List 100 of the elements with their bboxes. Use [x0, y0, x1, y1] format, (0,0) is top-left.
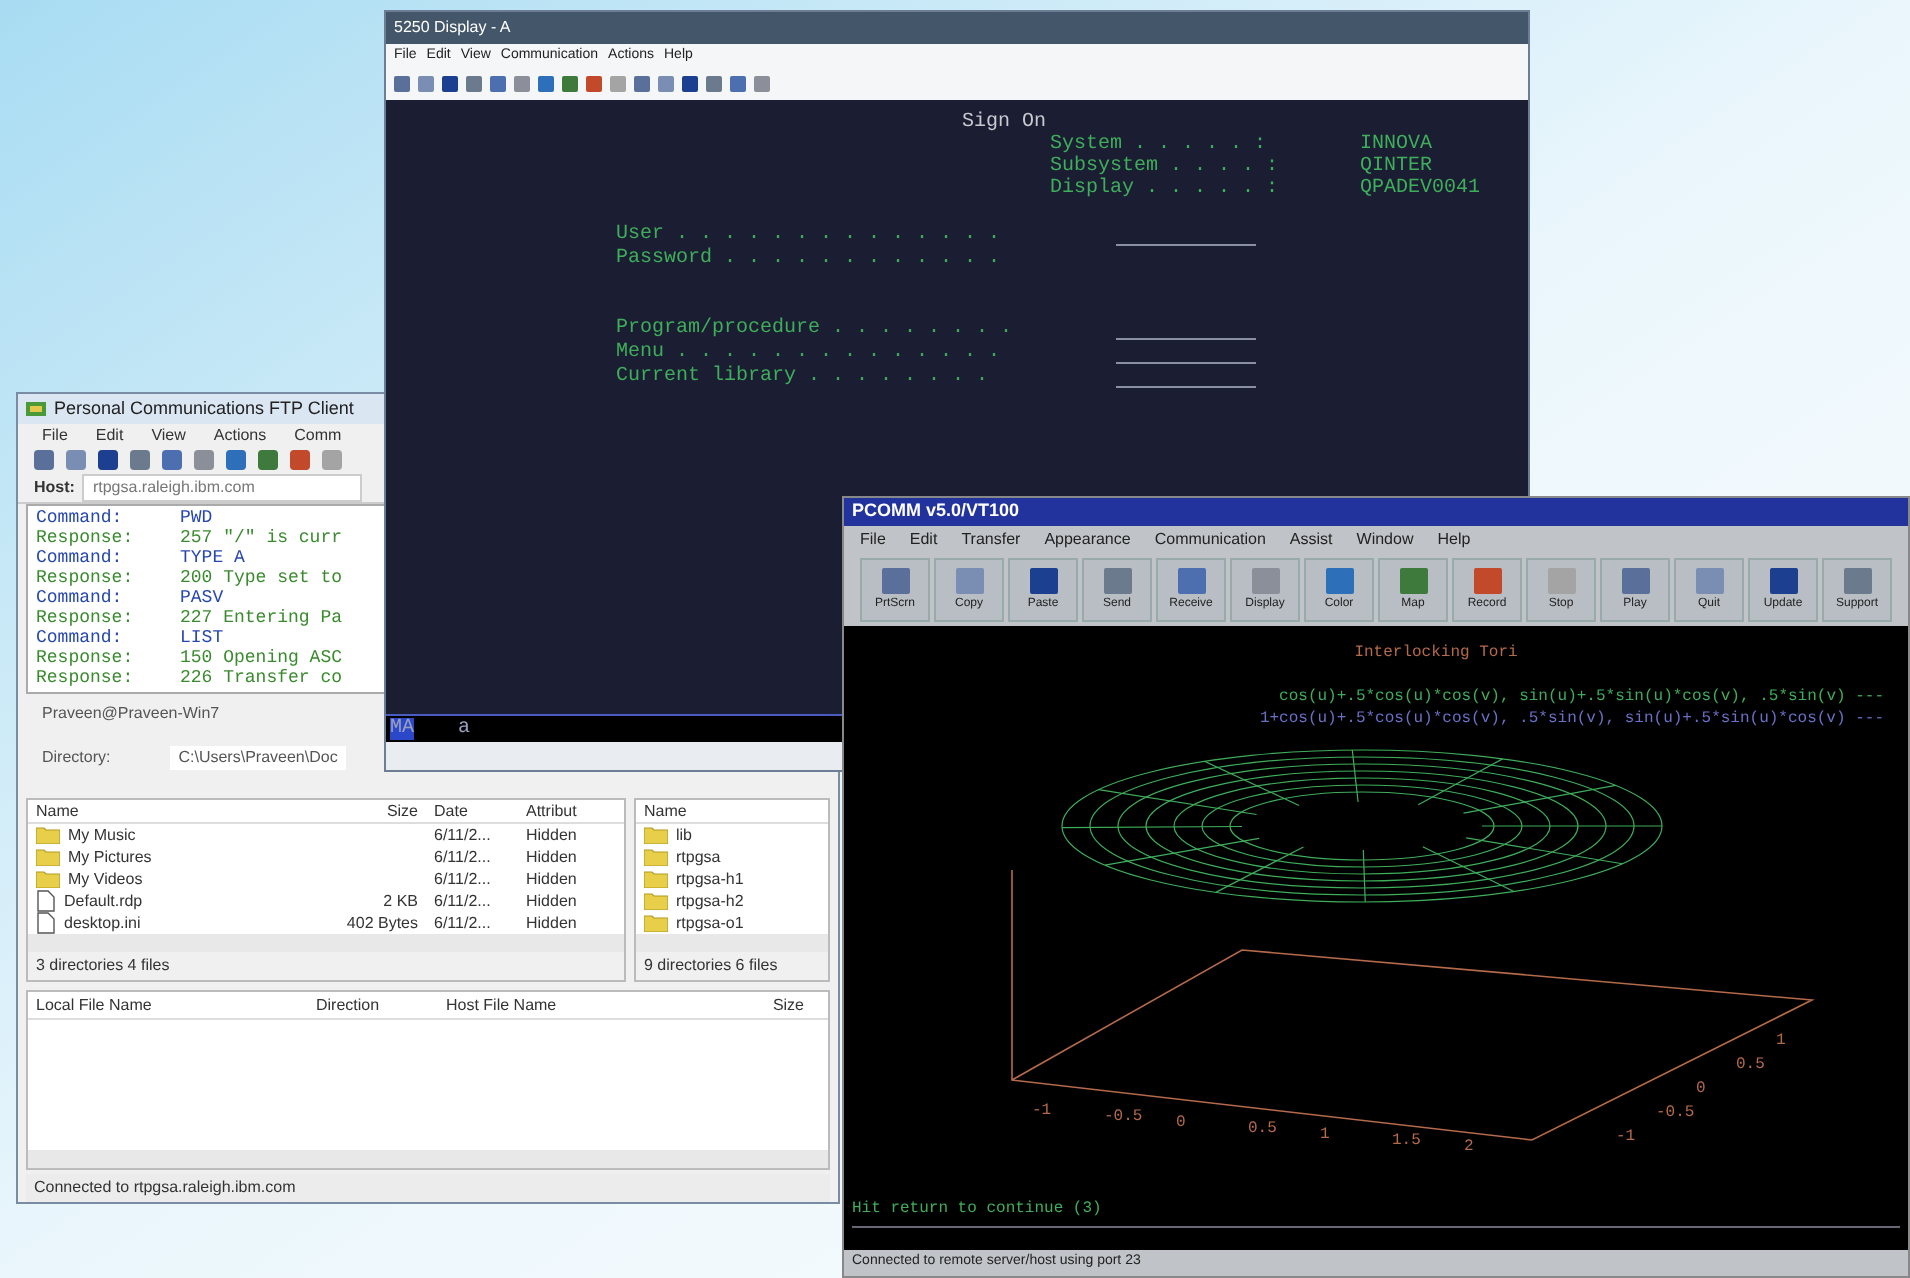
file-attribute: Hidden [526, 889, 579, 913]
column-header[interactable]: Name [644, 799, 687, 823]
menu-item[interactable]: File [860, 528, 886, 552]
tick-label: -1 [1616, 1128, 1636, 1146]
log-text: 257 "/" is curr [180, 527, 343, 548]
tick-label: 1 [1776, 1032, 1786, 1050]
host-field[interactable]: rtpgsa.raleigh.ibm.com [82, 473, 363, 502]
file-name[interactable]: rtpgsa-h2 [676, 889, 744, 913]
tool-icon[interactable] [34, 450, 54, 471]
menu-item[interactable]: Edit [909, 528, 938, 552]
menu-item[interactable]: Comm [294, 423, 342, 448]
column-header[interactable]: Name [36, 799, 336, 823]
tick-label: 0 [1176, 1114, 1186, 1132]
app-icon [26, 399, 46, 418]
directory-label: Directory: [42, 746, 111, 770]
file-name[interactable]: rtpgsa-o1 [676, 911, 744, 935]
info-label: Subsystem . . . . : [1050, 156, 1281, 178]
tool-icon[interactable] [226, 450, 246, 471]
menu-item[interactable]: Appearance [1044, 528, 1131, 552]
menu-item[interactable]: File [42, 423, 68, 448]
tool-icon[interactable] [258, 450, 278, 471]
menu-item[interactable]: Assist [1289, 528, 1333, 552]
file-date: 6/11/2... [432, 867, 493, 891]
tool-icon[interactable] [290, 450, 310, 471]
file-name[interactable]: My Pictures [68, 845, 152, 869]
menu-item[interactable]: Help [1437, 528, 1471, 552]
tool-icon [1621, 567, 1649, 593]
log-label: Command: [36, 507, 125, 528]
tool-icon[interactable] [98, 450, 118, 471]
document-icon [36, 890, 56, 912]
file-name[interactable]: desktop.ini [64, 911, 141, 935]
folder-icon [644, 870, 668, 888]
folder-icon [36, 826, 60, 844]
log-text: 150 Opening ASC [180, 647, 343, 668]
tick-label: 0.5 [1248, 1120, 1277, 1138]
column-header[interactable]: Attribut [526, 799, 606, 823]
field-label: Menu . . . . . . . . . . . . . . [616, 342, 1003, 364]
directory-field[interactable]: C:\Users\Praveen\Doc [170, 746, 346, 770]
column-header[interactable]: Direction [316, 993, 446, 1017]
tool-icon [1843, 567, 1871, 593]
folder-icon [644, 892, 668, 910]
status-text: Connected to rtpgsa.raleigh.ibm.com [34, 1176, 296, 1200]
menu-item[interactable]: View [151, 423, 186, 448]
column-header[interactable]: Size [686, 993, 820, 1017]
column-header[interactable]: Date [426, 799, 526, 823]
file-attribute: Hidden [526, 823, 579, 847]
log-text: TYPE A [180, 547, 245, 568]
horizontal-scrollbar[interactable] [636, 934, 828, 952]
screen-title: Sign On [961, 112, 1046, 134]
tool-icon [1769, 567, 1797, 593]
log-text: LIST [180, 627, 224, 648]
menu-item[interactable]: Communication [1154, 528, 1266, 552]
tool-icon [1695, 567, 1723, 593]
log-label: Response: [36, 527, 136, 548]
field-label: Program/procedure . . . . . . . . [616, 318, 1015, 340]
file-name[interactable]: lib [676, 823, 693, 847]
column-header[interactable]: Host File Name [446, 993, 686, 1017]
window-title: PCOMM v5.0/VT100 [852, 498, 1020, 525]
menu-item[interactable]: Edit [95, 423, 124, 448]
menu-item[interactable]: Window [1356, 528, 1414, 552]
info-label: Display . . . . . : [1050, 178, 1281, 200]
log-label: Response: [36, 667, 136, 688]
file-date: 6/11/2... [432, 889, 493, 913]
file-name[interactable]: rtpgsa [676, 845, 721, 869]
info-value: INNOVA [1360, 134, 1433, 156]
tick-label: 2 [1464, 1138, 1474, 1156]
user-label: Praveen@Praveen-Win7 [42, 702, 220, 726]
menu-item[interactable]: Transfer [961, 528, 1021, 552]
menu-item[interactable]: Actions [213, 423, 267, 448]
horizontal-scrollbar[interactable] [28, 934, 624, 952]
file-name[interactable]: My Music [68, 823, 136, 847]
tool-icon[interactable] [162, 450, 182, 471]
file-name[interactable]: rtpgsa-h1 [676, 867, 744, 891]
log-label: Command: [36, 627, 125, 648]
column-header[interactable]: Size [336, 799, 426, 823]
log-label: Response: [36, 647, 136, 668]
file-attribute: Hidden [526, 867, 579, 891]
tool-icon [1029, 567, 1057, 593]
tool-icon [955, 567, 983, 593]
tool-icon [1399, 567, 1427, 593]
tool-icon [1251, 567, 1279, 593]
file-name[interactable]: My Videos [68, 867, 143, 891]
log-label: Command: [36, 587, 125, 608]
info-value: QPADEV0041 [1360, 178, 1481, 200]
file-name[interactable]: Default.rdp [64, 889, 143, 913]
log-text: 226 Transfer co [180, 667, 343, 688]
file-date: 6/11/2... [432, 845, 493, 869]
document-icon [36, 912, 56, 934]
column-header[interactable]: Local File Name [36, 993, 316, 1017]
plot-title: Interlocking Tori [1354, 642, 1518, 666]
tick-label: 0 [1696, 1080, 1706, 1098]
prompt-text: Hit return to continue (3) [852, 1198, 1104, 1222]
file-attribute: Hidden [526, 845, 579, 869]
folder-icon [644, 826, 668, 844]
tool-icon[interactable] [130, 450, 150, 471]
status-text: a [458, 718, 471, 740]
field-label: User . . . . . . . . . . . . . . [616, 224, 1003, 246]
tick-label: 1.5 [1392, 1132, 1421, 1150]
horizontal-scrollbar[interactable] [28, 1150, 828, 1168]
tool-icon [1325, 567, 1353, 593]
